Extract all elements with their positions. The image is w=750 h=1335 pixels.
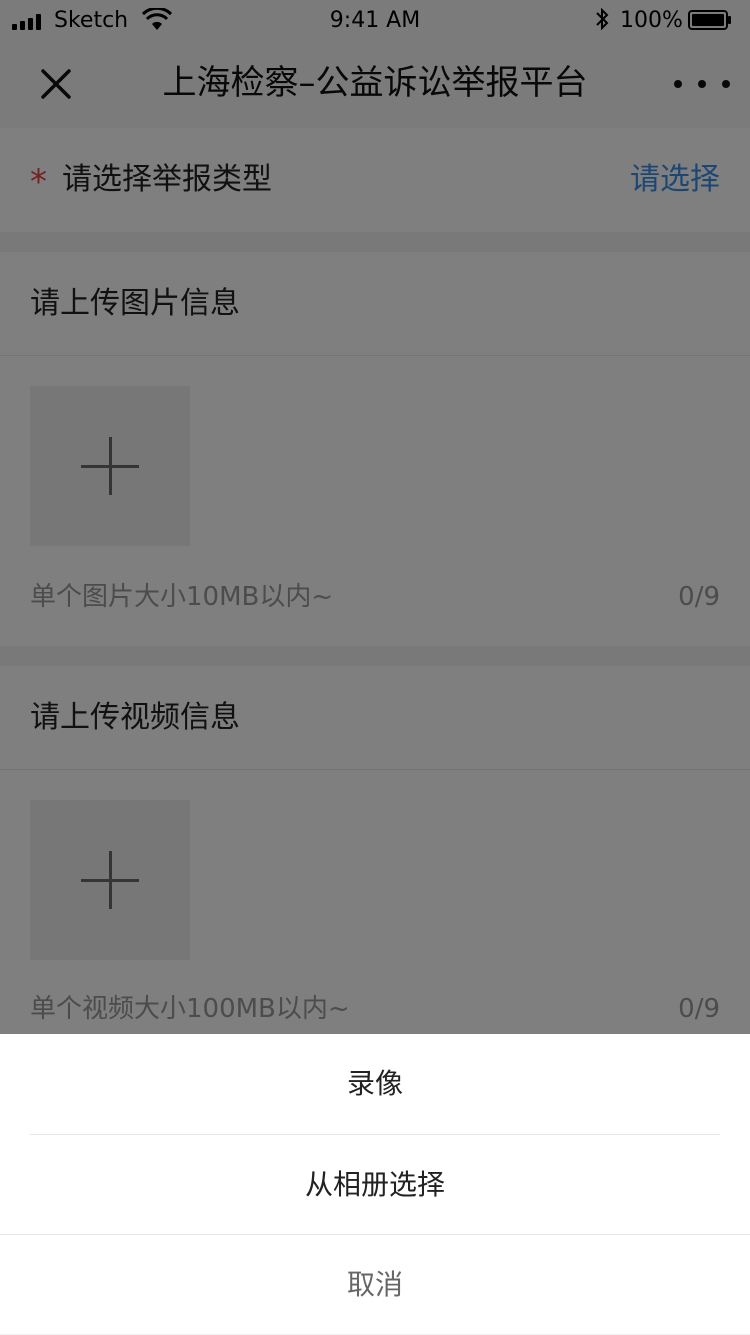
action-sheet: 录像 从相册选择 取消 xyxy=(0,1034,750,1334)
record-video-option[interactable]: 录像 xyxy=(0,1034,750,1134)
screen: Sketch 9:41 AM 100% 上海检察–公益诉讼举报平台 * 请选择举… xyxy=(0,0,750,1334)
choose-from-album-option[interactable]: 从相册选择 xyxy=(0,1135,750,1235)
cancel-button[interactable]: 取消 xyxy=(0,1235,750,1335)
